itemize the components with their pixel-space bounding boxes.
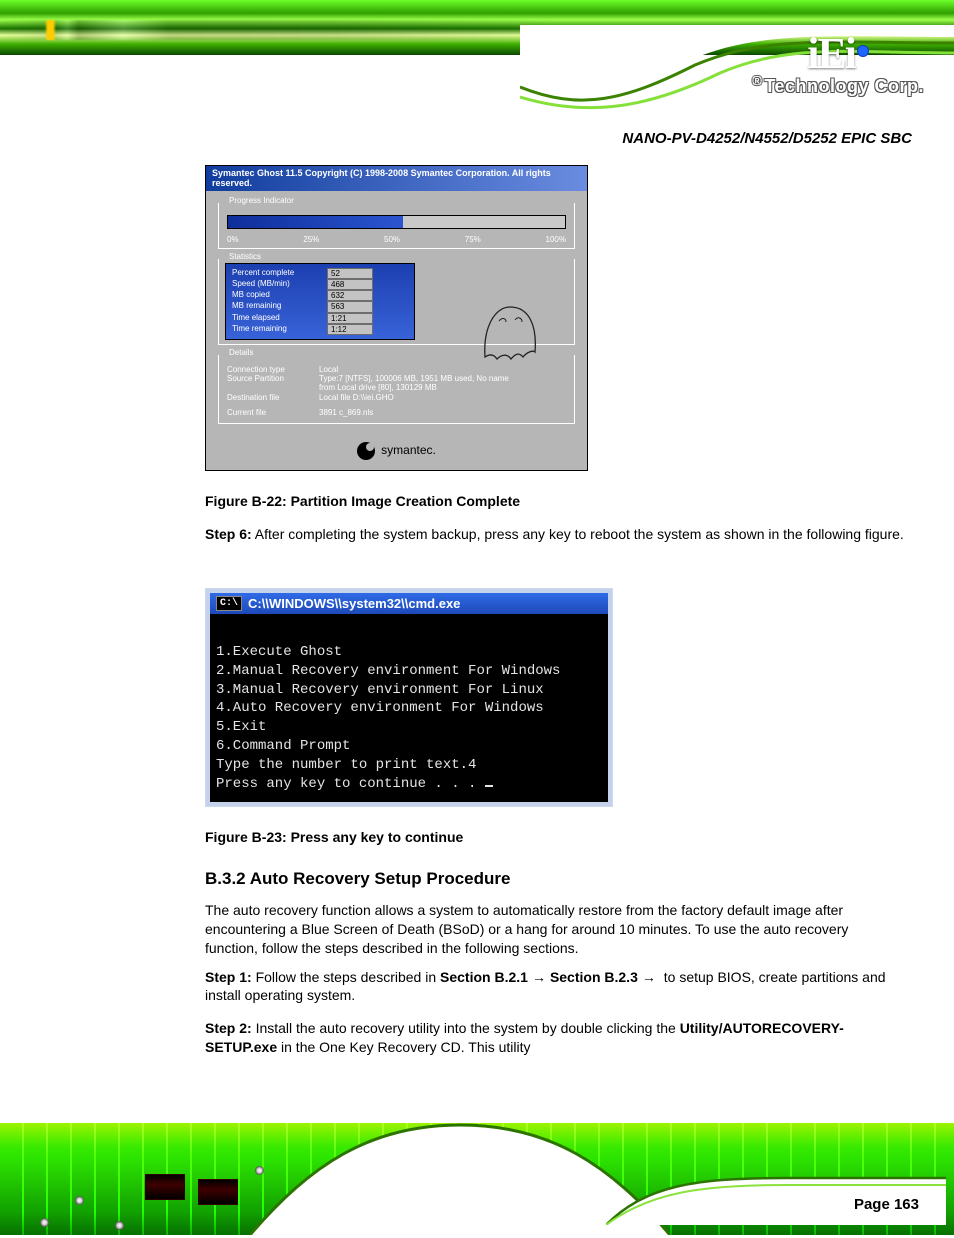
arrow-right-icon: →	[528, 969, 550, 985]
ghost-progress-bar	[227, 215, 566, 229]
stat-row: Speed (MB/min)468	[232, 279, 408, 290]
step-a1-line: Step 1: Follow the steps described in Se…	[205, 968, 905, 1006]
figure-23-caption: Figure B-23: Press any key to continue	[205, 829, 905, 845]
detail-row: Source PartitionType:7 [NTFS], 100006 MB…	[227, 374, 566, 383]
tick-75: 75%	[465, 235, 481, 244]
step-a2-tail: in the One Key Recovery CD. This utility	[277, 1039, 530, 1055]
brand-subtitle: ®Technology Corp.	[752, 73, 924, 97]
subsection-title: B.3.2 Auto Recovery Setup Procedure	[205, 869, 905, 889]
product-name: NANO-PV-D4252/N4552/D5252 EPIC SBC	[622, 130, 912, 147]
chip-icon	[198, 1179, 238, 1205]
detail-row: Destination fileLocal file D:\\iei.GHO	[227, 393, 566, 402]
cmd-line: 2.Manual Recovery environment For Window…	[216, 663, 560, 679]
ghost-statistics-label: Statistics	[225, 252, 265, 261]
solder-icon	[40, 1218, 49, 1227]
step6-text: After completing the system backup, pres…	[252, 526, 904, 542]
brand-logo-block: iEi ®Technology Corp.	[752, 28, 924, 97]
cmd-icon: C:\	[216, 596, 242, 611]
ghost-window-title: Symantec Ghost 11.5 Copyright (C) 1998-2…	[206, 166, 587, 191]
page-number: Page 163	[854, 1196, 919, 1213]
step-list: Step 1: Follow the steps described in Se…	[205, 968, 905, 1058]
cmd-line: 6.Command Prompt	[216, 738, 350, 754]
cmd-line: Type the number to print text.4	[216, 757, 476, 773]
page-label-prefix: Page	[854, 1196, 894, 1213]
iei-logo: iEi	[807, 28, 869, 79]
ghost-stats-box: Percent complete52 Speed (MB/min)468 MB …	[225, 263, 415, 340]
solder-icon	[115, 1221, 124, 1230]
detail-row: from Local drive [80], 130129 MB	[227, 383, 566, 392]
section-ref-1: Section B.2.1	[440, 969, 528, 985]
section-ref-2: Section B.2.3	[550, 969, 638, 985]
tick-50: 50%	[384, 235, 400, 244]
arrow-right-icon: →	[638, 969, 660, 985]
cmd-cursor-icon	[485, 785, 493, 787]
ghost-progress-fill	[228, 216, 403, 228]
step6-paragraph: Step 6: After completing the system back…	[205, 525, 905, 544]
step-a2-line: Step 2: Install the auto recovery utilit…	[205, 1019, 905, 1057]
symantec-text: symantec.	[381, 444, 436, 458]
cmd-line: 4.Auto Recovery environment For Windows	[216, 700, 544, 716]
ghost-details-group: Details Connection typeLocal Source Part…	[218, 355, 575, 424]
detail-row: Current file3891 c_869.nls	[227, 408, 566, 417]
ghost-details-label: Details	[225, 348, 257, 357]
chip-icon	[145, 1174, 185, 1200]
cmd-titlebar: C:\ C:\\WINDOWS\\system32\\cmd.exe	[210, 593, 608, 614]
symantec-logo-icon	[357, 442, 375, 460]
header-accent-strip	[0, 20, 560, 40]
page-footer-band: Page 163	[0, 1123, 954, 1235]
iei-logo-text: iEi	[807, 28, 855, 79]
step-a1-lead: Step 1:	[205, 969, 252, 985]
intro-paragraph: The auto recovery function allows a syst…	[205, 901, 905, 958]
solder-icon	[75, 1196, 84, 1205]
tick-0: 0%	[227, 235, 239, 244]
figure-cmd-window: C:\ C:\\WINDOWS\\system32\\cmd.exe 1.Exe…	[205, 588, 613, 807]
stat-row: Percent complete52	[232, 268, 408, 279]
stat-row: Time elapsed1:21	[232, 313, 408, 324]
detail-row: Connection typeLocal	[227, 365, 566, 374]
stat-row: MB copied632	[232, 290, 408, 301]
page-header-band: iEi ®Technology Corp.	[0, 0, 954, 110]
page-number-value: 163	[894, 1196, 919, 1213]
tick-100: 100%	[545, 235, 565, 244]
step-a2-text: Install the auto recovery utility into t…	[252, 1020, 680, 1036]
cmd-title-text: C:\\WINDOWS\\system32\\cmd.exe	[248, 596, 460, 611]
cmd-line: Press any key to continue . . .	[216, 776, 485, 792]
step-a2-lead: Step 2:	[205, 1020, 252, 1036]
ghost-progress-ticks: 0% 25% 50% 75% 100%	[227, 235, 566, 244]
cmd-line: 1.Execute Ghost	[216, 644, 342, 660]
figure-22-caption: Figure B-22: Partition Image Creation Co…	[205, 493, 905, 509]
step6-lead: Step 6:	[205, 526, 252, 542]
iei-logo-dot-icon	[857, 45, 869, 57]
figure-ghost-progress: Symantec Ghost 11.5 Copyright (C) 1998-2…	[205, 165, 588, 471]
cmd-line: 5.Exit	[216, 719, 266, 735]
ghost-progress-label: Progress Indicator	[225, 196, 298, 205]
ghost-window-body: Progress Indicator 0% 25% 50% 75% 100% S…	[206, 191, 587, 436]
cmd-body: 1.Execute Ghost 2.Manual Recovery enviro…	[210, 614, 608, 802]
ghost-progress-group: Progress Indicator 0% 25% 50% 75% 100%	[218, 203, 575, 249]
tick-25: 25%	[303, 235, 319, 244]
stat-row: Time remaining1:12	[232, 324, 408, 335]
registered-icon: ®	[752, 73, 762, 88]
step-a1-text: Follow the steps described in	[252, 969, 440, 985]
page-content: Symantec Ghost 11.5 Copyright (C) 1998-2…	[205, 165, 905, 1065]
brand-subtitle-text: Technology Corp.	[764, 76, 924, 96]
symantec-footer: symantec.	[206, 436, 587, 470]
stat-row: MB remaining563	[232, 301, 408, 312]
cmd-line: 3.Manual Recovery environment For Linux	[216, 682, 544, 698]
